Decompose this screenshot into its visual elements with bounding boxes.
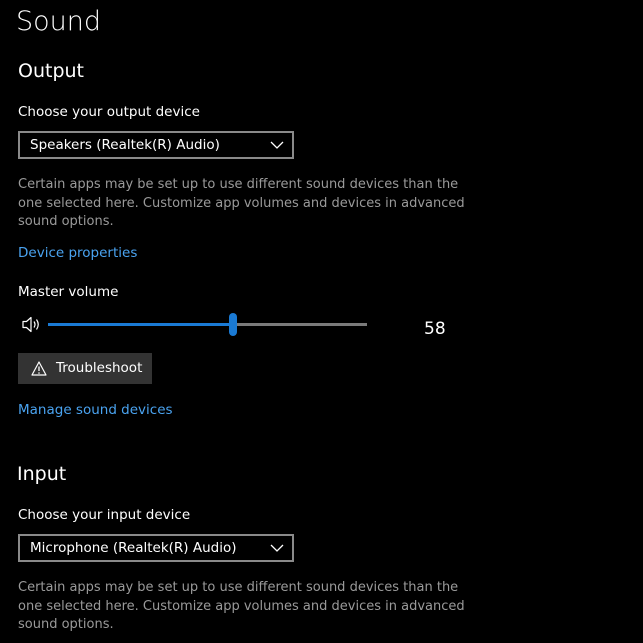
output-device-select[interactable]: Speakers (Realtek(R) Audio) <box>18 131 294 159</box>
troubleshoot-button[interactable]: Troubleshoot <box>18 353 152 384</box>
warning-icon <box>31 361 47 376</box>
output-help-text: Certain apps may be set up to use differ… <box>18 177 465 230</box>
device-properties-link[interactable]: Device properties <box>18 244 137 262</box>
master-volume-slider[interactable] <box>48 313 367 336</box>
output-device-value: Speakers (Realtek(R) Audio) <box>30 137 220 153</box>
manage-sound-devices-link[interactable]: Manage sound devices <box>18 401 173 419</box>
volume-value: 58 <box>424 319 446 339</box>
speaker-icon[interactable] <box>21 316 41 333</box>
volume-slider-fill <box>48 323 234 326</box>
output-device-label: Choose your output device <box>18 104 200 120</box>
master-volume-label: Master volume <box>18 284 119 300</box>
sound-settings-page: Sound Output Choose your output device S… <box>0 0 643 643</box>
input-device-label: Choose your input device <box>18 507 191 523</box>
chevron-down-icon <box>270 544 284 552</box>
output-heading: Output <box>18 60 84 82</box>
page-title: Sound <box>16 6 102 37</box>
input-help-text: Certain apps may be set up to use differ… <box>18 580 465 633</box>
input-device-value: Microphone (Realtek(R) Audio) <box>30 540 237 556</box>
chevron-down-icon <box>270 141 284 149</box>
input-device-select[interactable]: Microphone (Realtek(R) Audio) <box>18 534 294 562</box>
volume-slider-thumb[interactable] <box>229 313 238 336</box>
troubleshoot-label: Troubleshoot <box>56 360 143 376</box>
input-heading: Input <box>17 463 67 485</box>
